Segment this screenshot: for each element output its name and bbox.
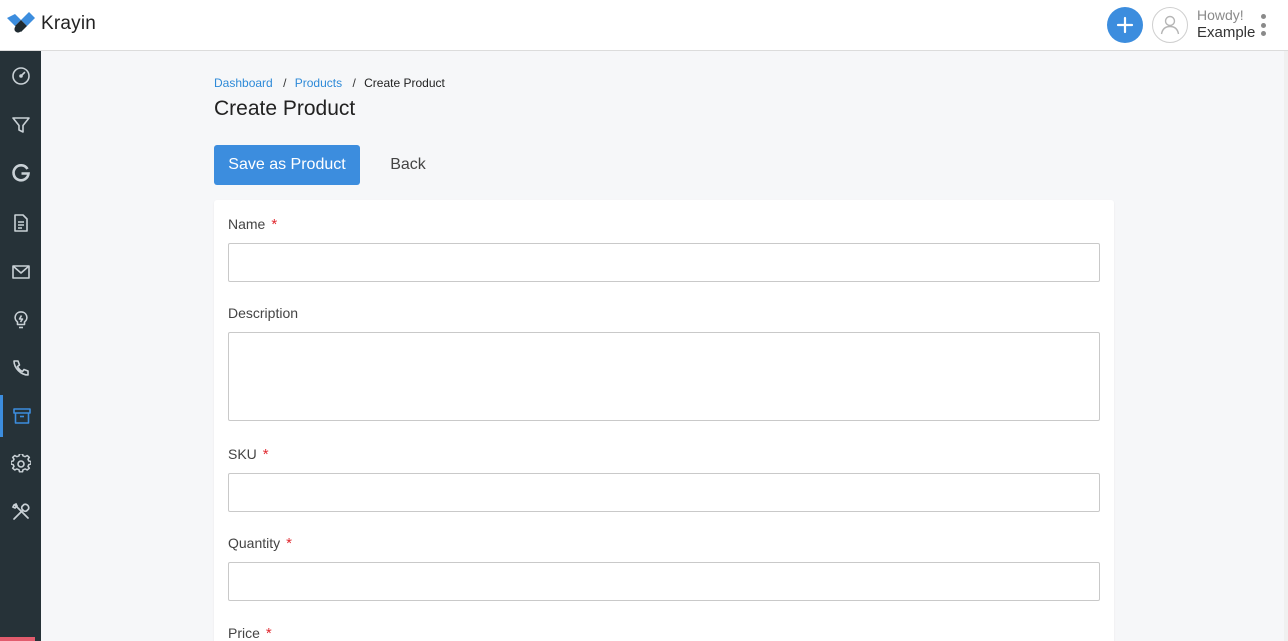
breadcrumb-products[interactable]: Products (295, 76, 342, 90)
sidebar-item-dashboard[interactable] (0, 55, 41, 97)
required-mark: * (265, 625, 272, 641)
archive-products-icon (13, 408, 31, 424)
document-quotes-icon (13, 214, 28, 232)
avatar[interactable] (1152, 7, 1188, 43)
brand-name: Krayin (41, 13, 97, 34)
price-label: Price * (228, 625, 272, 641)
breadcrumb-separator: / (352, 76, 356, 90)
phone-contacts-icon (12, 360, 29, 376)
quantity-input[interactable] (228, 562, 1100, 601)
required-mark: * (271, 216, 278, 233)
sidebar-item-leads[interactable] (0, 104, 41, 146)
breadcrumb-current: Create Product (364, 76, 445, 90)
sidebar-bottom-indicator (0, 637, 35, 641)
description-label: Description (228, 305, 299, 321)
filter-leads-icon (11, 117, 30, 133)
product-form-card: Name * Description SKU * Quantity * Price * (214, 200, 1114, 641)
lightbulb-activities-icon (13, 311, 28, 329)
sidebar-item-products[interactable] (0, 395, 41, 437)
kebab-menu-icon[interactable] (1257, 14, 1269, 36)
greeting-text: Howdy! (1197, 7, 1244, 23)
sidebar-item-configuration[interactable] (0, 491, 41, 533)
user-name: Example (1197, 24, 1256, 41)
krayin-logo-icon (7, 12, 35, 33)
required-mark: * (286, 535, 292, 552)
sidebar (0, 51, 41, 641)
sku-label: SKU * (228, 446, 269, 463)
required-mark: * (262, 446, 269, 463)
quantity-label: Quantity * (228, 535, 292, 552)
sidebar-item-mail[interactable] (0, 251, 41, 293)
settings-gear-icon (10, 454, 31, 473)
breadcrumb: Dashboard / Products / Create Product (214, 76, 445, 90)
plus-icon (1116, 16, 1134, 34)
save-product-button[interactable]: Save as Product (214, 145, 360, 185)
top-header: Krayin Howdy! Example (0, 0, 1288, 51)
sidebar-item-contacts[interactable] (0, 347, 41, 389)
back-button[interactable]: Back (376, 145, 440, 185)
user-greeting[interactable]: Howdy! Example (1197, 6, 1255, 42)
user-avatar-icon (1160, 15, 1180, 35)
brand-logo[interactable]: Krayin (6, 12, 96, 36)
page-title: Create Product (214, 97, 356, 120)
sidebar-item-settings[interactable] (0, 443, 41, 485)
breadcrumb-separator: / (283, 76, 287, 90)
sku-input[interactable] (228, 473, 1100, 512)
name-input[interactable] (228, 243, 1100, 282)
sidebar-item-quotes[interactable] (0, 202, 41, 244)
page-scrollbar[interactable] (1284, 51, 1288, 641)
dashboard-gauge-icon (11, 67, 30, 85)
name-label: Name * (228, 216, 278, 233)
description-textarea[interactable] (228, 332, 1100, 421)
breadcrumb-dashboard[interactable]: Dashboard (214, 76, 273, 90)
tools-configuration-icon (11, 502, 30, 520)
sidebar-item-google[interactable] (0, 152, 41, 194)
quick-add-button[interactable] (1107, 7, 1143, 43)
sidebar-item-activities[interactable] (0, 299, 41, 341)
mail-icon (11, 265, 30, 279)
google-icon (11, 164, 30, 182)
